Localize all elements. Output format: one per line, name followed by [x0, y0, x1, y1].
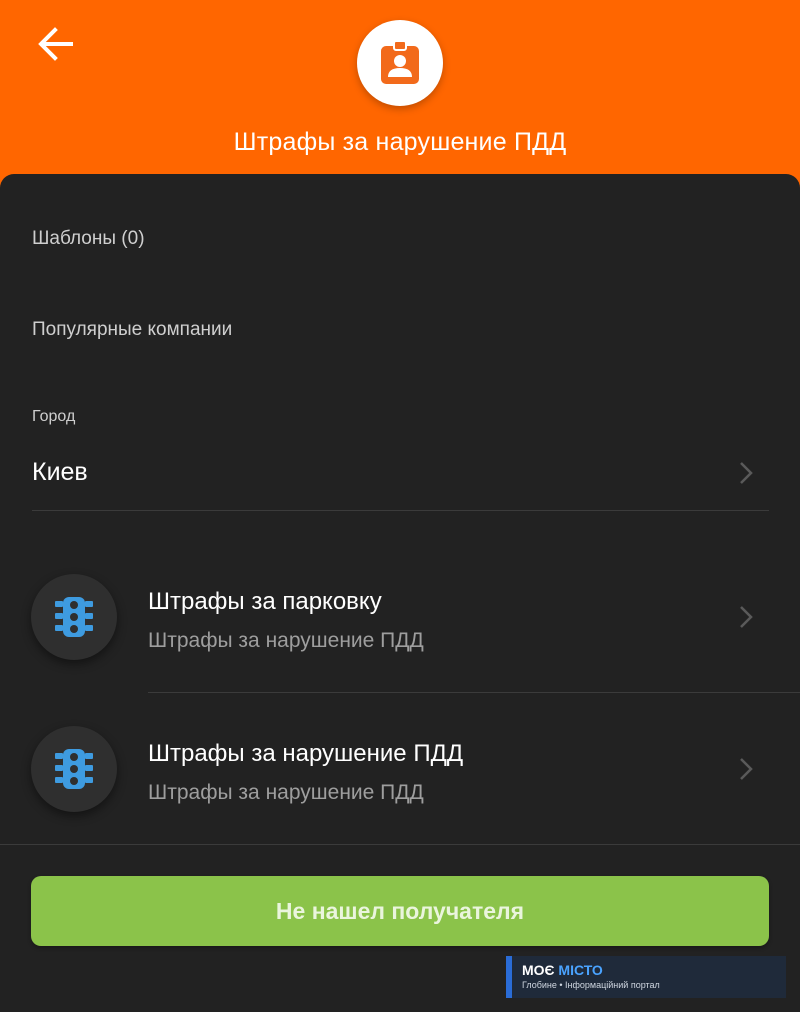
traffic-light-icon	[55, 749, 93, 789]
company-item-parking[interactable]: Штрафы за парковку Штрафы за нарушение П…	[0, 540, 800, 692]
arrow-left-icon	[38, 27, 73, 61]
company-item-traffic-fines[interactable]: Штрафы за нарушение ПДД Штрафы за наруше…	[0, 692, 800, 844]
company-avatar	[31, 726, 117, 812]
watermark-brand-part1: МОЄ	[522, 962, 555, 978]
company-name: Штрафы за парковку	[148, 588, 382, 615]
back-button[interactable]	[34, 24, 76, 64]
content-sheet: Шаблоны (0) Популярные компании Город Ки…	[0, 174, 800, 1012]
header: Штрафы за нарушение ПДД	[0, 0, 800, 190]
page-title: Штрафы за нарушение ПДД	[233, 128, 567, 156]
not-found-recipient-button[interactable]: Не нашел получателя	[31, 876, 769, 946]
merchant-logo	[357, 20, 443, 106]
company-subtitle: Штрафы за нарушение ПДД	[148, 629, 424, 652]
popular-companies-section: Популярные компании	[32, 319, 233, 340]
id-badge-icon	[381, 40, 419, 84]
city-selector[interactable]: Киев	[0, 442, 800, 506]
divider	[0, 844, 800, 845]
watermark-brand-part2: МІСТО	[558, 962, 603, 978]
watermark-tagline: Глобине • Інформаційний портал	[522, 980, 660, 990]
company-subtitle: Штрафы за нарушение ПДД	[148, 781, 424, 804]
city-value: Киев	[32, 458, 88, 486]
company-avatar	[31, 574, 117, 660]
chevron-right-icon	[737, 460, 755, 486]
divider	[32, 510, 769, 511]
company-name: Штрафы за нарушение ПДД	[148, 740, 464, 767]
chevron-right-icon	[737, 604, 755, 630]
templates-section[interactable]: Шаблоны (0)	[32, 228, 145, 250]
city-caption: Город	[32, 408, 76, 425]
watermark-brand: МОЄ МІСТО	[522, 962, 776, 978]
watermark: МОЄ МІСТО Глобине • Інформаційний портал	[506, 956, 786, 998]
chevron-right-icon	[737, 756, 755, 782]
traffic-light-icon	[55, 597, 93, 637]
